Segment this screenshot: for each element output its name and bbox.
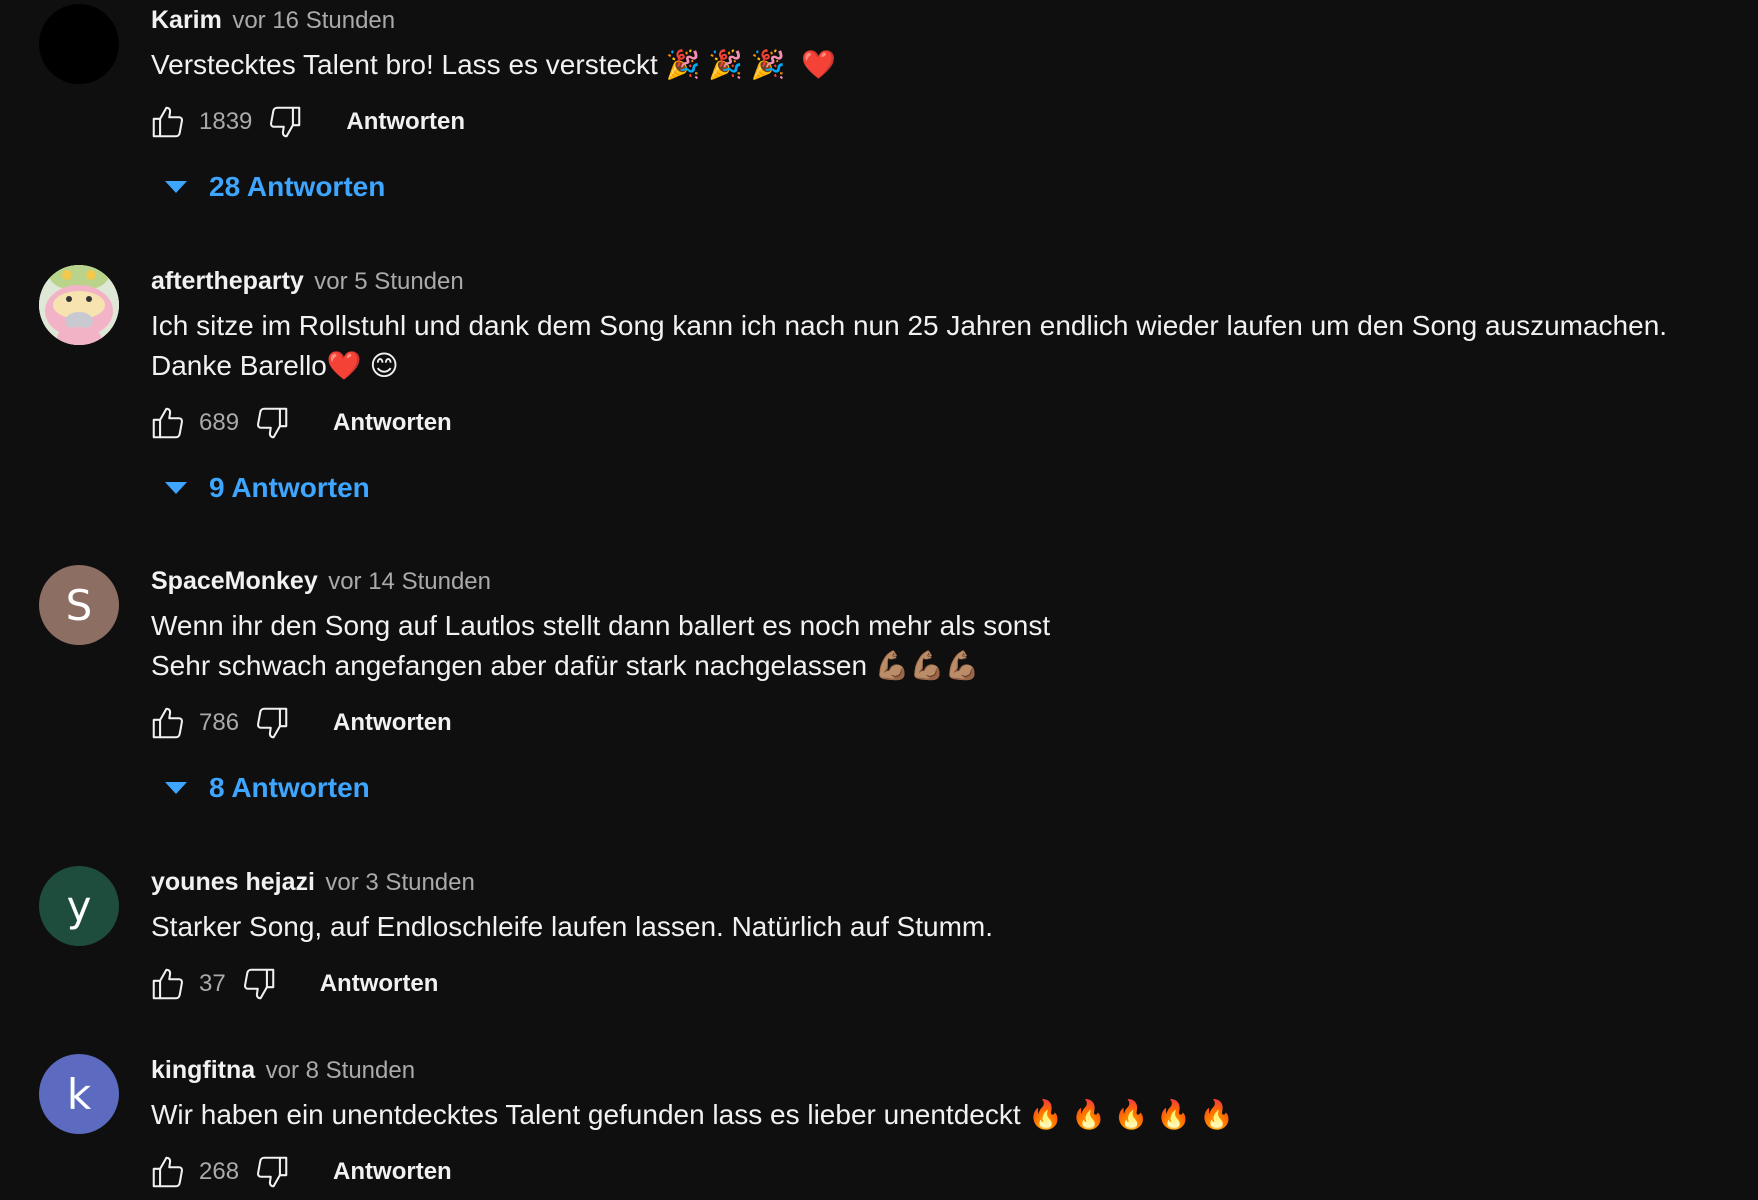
like-count: 1839: [199, 108, 253, 135]
replies-count-label: 28 Antworten: [209, 171, 386, 202]
avatar[interactable]: S: [39, 565, 119, 645]
like-button[interactable]: [147, 963, 189, 1005]
comment-actions: 268 Antworten: [151, 1151, 1758, 1193]
avatar-letter: y: [66, 881, 92, 931]
view-replies-button[interactable]: 28 Antworten: [161, 165, 1758, 209]
caret-down-icon: [161, 473, 191, 503]
avatar-letter: S: [65, 580, 93, 630]
comment-header: SpaceMonkey vor 14 Stunden: [151, 565, 1758, 597]
dislike-button[interactable]: [251, 1151, 293, 1193]
author-name[interactable]: aftertheparty: [151, 267, 304, 295]
comment-text: Wir haben ein unentdecktes Talent gefund…: [151, 1099, 1234, 1130]
avatar[interactable]: y: [39, 866, 119, 946]
thumbs-down-icon: [243, 968, 274, 1000]
reply-button[interactable]: Antworten: [346, 108, 465, 136]
comment-text: Wenn ihr den Song auf Lautlos stellt dan…: [151, 610, 1051, 681]
comment-header: kingfitna vor 8 Stunden: [151, 1054, 1758, 1086]
like-button[interactable]: [147, 101, 189, 143]
author-name[interactable]: younes hejazi: [151, 868, 315, 896]
comment-timestamp[interactable]: vor 5 Stunden: [314, 268, 463, 295]
comment-text: Starker Song, auf Endloschleife laufen l…: [151, 911, 993, 942]
avatar-letter: k: [66, 1069, 92, 1119]
pokemon-avatar-icon: [39, 265, 119, 345]
reply-button[interactable]: Antworten: [333, 409, 452, 437]
avatar[interactable]: [39, 4, 119, 84]
thumbs-down-icon: [257, 1156, 288, 1188]
comment-timestamp[interactable]: vor 3 Stunden: [325, 869, 474, 896]
caret-down-icon: [161, 773, 191, 803]
thumbs-down-icon: [257, 707, 288, 739]
comment-timestamp[interactable]: vor 16 Stunden: [232, 7, 395, 34]
like-button[interactable]: [147, 702, 189, 744]
comment-header: aftertheparty vor 5 Stunden: [151, 265, 1758, 297]
dislike-button[interactable]: [251, 402, 293, 444]
reply-button[interactable]: Antworten: [333, 1158, 452, 1186]
comment-text: Ich sitze im Rollstuhl und dank dem Song…: [151, 310, 1675, 381]
dislike-button[interactable]: [238, 963, 280, 1005]
comment-timestamp[interactable]: vor 8 Stunden: [266, 1057, 415, 1084]
like-button[interactable]: [147, 402, 189, 444]
like-count: 37: [199, 970, 226, 997]
view-replies-button[interactable]: 9 Antworten: [161, 466, 1758, 510]
like-count: 268: [199, 1158, 240, 1185]
comment-actions: 1839 Antworten: [151, 101, 1758, 143]
like-button[interactable]: [147, 1151, 189, 1193]
view-replies-button[interactable]: 8 Antworten: [161, 766, 1758, 810]
thumbs-up-icon: [152, 407, 184, 439]
thumbs-up-icon: [152, 707, 184, 739]
comment-body: Karim vor 16 Stunden Verstecktes Talent …: [151, 4, 1758, 209]
comment-text: Verstecktes Talent bro! Lass es versteck…: [151, 49, 837, 80]
comment-body: kingfitna vor 8 Stunden Wir haben ein un…: [151, 1054, 1758, 1193]
author-name[interactable]: kingfitna: [151, 1056, 255, 1084]
avatar[interactable]: k: [39, 1054, 119, 1134]
comment-timestamp[interactable]: vor 14 Stunden: [328, 568, 491, 595]
comment-body: SpaceMonkey vor 14 Stunden Wenn ihr den …: [151, 565, 1758, 810]
thumbs-up-icon: [152, 1156, 184, 1188]
comment-body: aftertheparty vor 5 Stunden Ich sitze im…: [151, 265, 1758, 510]
author-name[interactable]: Karim: [151, 6, 222, 34]
replies-count-label: 9 Antworten: [209, 472, 370, 503]
caret-down-icon: [161, 172, 191, 202]
replies-count-label: 8 Antworten: [209, 772, 370, 803]
comment-header: younes hejazi vor 3 Stunden: [151, 866, 1758, 898]
like-count: 786: [199, 709, 240, 736]
comment-header: Karim vor 16 Stunden: [151, 4, 1758, 36]
reply-button[interactable]: Antworten: [320, 970, 439, 998]
comment-body: younes hejazi vor 3 Stunden Starker Song…: [151, 866, 1758, 1005]
thumbs-up-icon: [152, 968, 184, 1000]
thumbs-down-icon: [270, 106, 301, 138]
avatar[interactable]: [39, 265, 119, 345]
comment-actions: 37 Antworten: [151, 963, 1758, 1005]
dislike-button[interactable]: [251, 702, 293, 744]
thumbs-down-icon: [257, 407, 288, 439]
dislike-button[interactable]: [264, 101, 306, 143]
thumbs-up-icon: [152, 106, 184, 138]
comment-actions: 689 Antworten: [151, 402, 1758, 444]
like-count: 689: [199, 409, 240, 436]
comment-actions: 786 Antworten: [151, 702, 1758, 744]
author-name[interactable]: SpaceMonkey: [151, 567, 318, 595]
reply-button[interactable]: Antworten: [333, 709, 452, 737]
